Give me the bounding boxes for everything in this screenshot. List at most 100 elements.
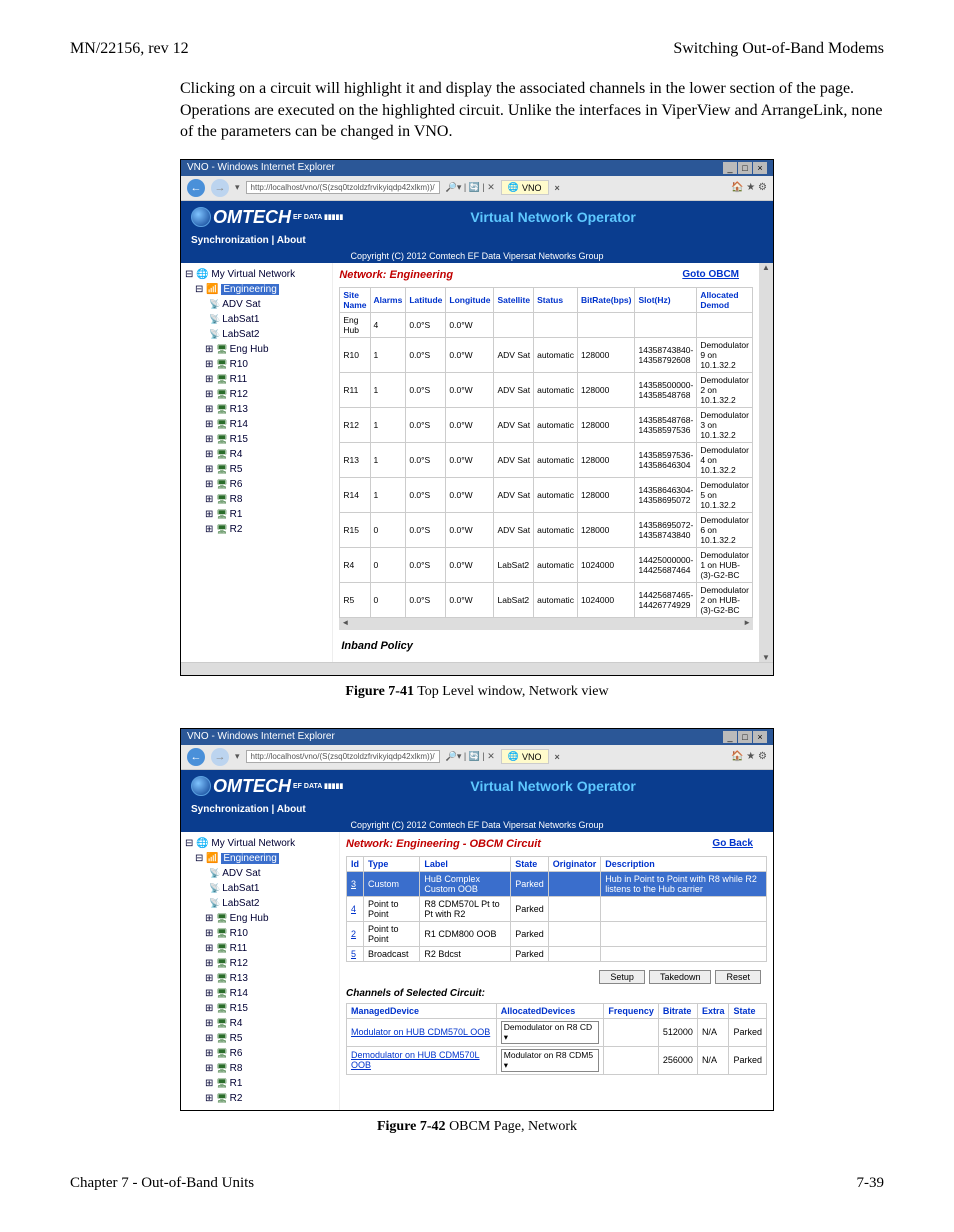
forward-button[interactable]: → bbox=[211, 179, 229, 197]
tree-item[interactable]: 📡LabSat2 bbox=[209, 327, 328, 342]
goto-obcm-link[interactable]: Goto OBCM bbox=[682, 269, 739, 280]
col-header[interactable]: State bbox=[729, 1003, 767, 1018]
col-header[interactable]: Id bbox=[347, 856, 364, 871]
v-scrollbar[interactable]: ▲▼ bbox=[759, 263, 773, 662]
col-header[interactable]: Latitude bbox=[406, 287, 446, 312]
circuit-row[interactable]: 3CustomHuB Complex Custom OOBParkedHub i… bbox=[347, 871, 767, 896]
tree-item[interactable]: 📡LabSat1 bbox=[209, 881, 335, 896]
table-row[interactable]: R1500.0°S0.0°WADV Satautomatic1280001435… bbox=[340, 512, 753, 547]
tree-item[interactable]: ⊞ 🖥R10 bbox=[205, 357, 328, 372]
address-bar[interactable]: http://localhost/vno/(S(zsq0tzoldzfrviky… bbox=[246, 750, 440, 763]
allocated-device-select[interactable]: Modulator on R8 CDM5 ▾ bbox=[501, 1049, 600, 1072]
table-row[interactable]: R1310.0°S0.0°WADV Satautomatic1280001435… bbox=[340, 442, 753, 477]
tree-item[interactable]: ⊞ 🖥R2 bbox=[205, 522, 328, 537]
table-row[interactable]: R1110.0°S0.0°WADV Satautomatic1280001435… bbox=[340, 372, 753, 407]
search-controls[interactable]: 🔎▾ | 🔄 | ✕ bbox=[446, 751, 495, 762]
tree-item[interactable]: ⊞ 🖥R2 bbox=[205, 1091, 335, 1106]
table-row[interactable]: R1410.0°S0.0°WADV Satautomatic1280001435… bbox=[340, 477, 753, 512]
managed-device-link[interactable]: Modulator on HUB CDM570L OOB bbox=[351, 1027, 490, 1037]
circuit-row[interactable]: 2Point to PointR1 CDM800 OOBParked bbox=[347, 921, 767, 946]
channel-row[interactable]: Modulator on HUB CDM570L OOB Demodulator … bbox=[347, 1018, 767, 1046]
tree-item[interactable]: ⊞ 🖥R14 bbox=[205, 986, 335, 1001]
tree-item[interactable]: ⊞ 🖥R1 bbox=[205, 507, 328, 522]
table-row[interactable]: R400.0°S0.0°WLabSat2automatic10240001442… bbox=[340, 547, 753, 582]
tree-item[interactable]: 📡LabSat1 bbox=[209, 312, 328, 327]
back-button[interactable]: ← bbox=[187, 179, 205, 197]
tree-item[interactable]: ⊞ 🖥Eng Hub bbox=[205, 342, 328, 357]
col-header[interactable]: BitRate(bps) bbox=[577, 287, 635, 312]
col-header[interactable]: Description bbox=[601, 856, 767, 871]
table-row[interactable]: Eng Hub40.0°S0.0°W bbox=[340, 312, 753, 337]
col-header[interactable]: Status bbox=[534, 287, 578, 312]
col-header[interactable]: Extra bbox=[697, 1003, 729, 1018]
col-header[interactable]: Bitrate bbox=[658, 1003, 697, 1018]
takedown-button[interactable]: Takedown bbox=[649, 970, 712, 984]
app-menu[interactable]: Synchronization | About bbox=[181, 232, 773, 249]
tree-item[interactable]: ⊞ 🖥R13 bbox=[205, 971, 335, 986]
window-controls[interactable]: _□× bbox=[722, 162, 767, 174]
table-row[interactable]: R500.0°S0.0°WLabSat2automatic10240001442… bbox=[340, 582, 753, 617]
tree-item[interactable]: 📡ADV Sat bbox=[209, 297, 328, 312]
forward-button[interactable]: → bbox=[211, 748, 229, 766]
tree-item[interactable]: ⊞ 🖥R8 bbox=[205, 1061, 335, 1076]
tree-item[interactable]: ⊞ 🖥R10 bbox=[205, 926, 335, 941]
col-header[interactable]: Alarms bbox=[370, 287, 406, 312]
tree-item[interactable]: ⊞ 🖥R6 bbox=[205, 477, 328, 492]
go-back-link[interactable]: Go Back bbox=[712, 838, 753, 849]
tree-item[interactable]: ⊞ 🖥R12 bbox=[205, 387, 328, 402]
app-menu[interactable]: Synchronization | About bbox=[181, 801, 773, 818]
tree-item[interactable]: 📡ADV Sat bbox=[209, 866, 335, 881]
back-button[interactable]: ← bbox=[187, 748, 205, 766]
ie-tools-icons[interactable]: 🏠 ★ ⚙ bbox=[731, 751, 767, 762]
tree-item[interactable]: ⊞ 🖥R13 bbox=[205, 402, 328, 417]
tree-item[interactable]: ⊞ 🖥R5 bbox=[205, 1031, 335, 1046]
tree-item[interactable]: ⊞ 🖥R11 bbox=[205, 372, 328, 387]
table-row[interactable]: R1210.0°S0.0°WADV Satautomatic1280001435… bbox=[340, 407, 753, 442]
tree-item[interactable]: ⊞ 🖥R8 bbox=[205, 492, 328, 507]
tree-item[interactable]: ⊞ 🖥R4 bbox=[205, 1016, 335, 1031]
reset-button[interactable]: Reset bbox=[715, 970, 761, 984]
col-header[interactable]: Allocated Demod bbox=[697, 287, 753, 312]
col-header[interactable]: Slot(Hz) bbox=[635, 287, 697, 312]
address-bar[interactable]: http://localhost/vno/(S(zsq0tzoldzfrviky… bbox=[246, 181, 440, 194]
col-header[interactable]: Frequency bbox=[604, 1003, 659, 1018]
circuit-row[interactable]: 4Point to PointR8 CDM570L Pt to Pt with … bbox=[347, 896, 767, 921]
tree-item[interactable]: 📡LabSat2 bbox=[209, 896, 335, 911]
allocated-device-select[interactable]: Demodulator on R8 CD ▾ bbox=[501, 1021, 600, 1044]
setup-button[interactable]: Setup bbox=[599, 970, 645, 984]
col-header[interactable]: Type bbox=[364, 856, 420, 871]
table-row[interactable]: R1010.0°S0.0°WADV Satautomatic1280001435… bbox=[340, 337, 753, 372]
tree-item[interactable]: ⊞ 🖥R5 bbox=[205, 462, 328, 477]
tree-item[interactable]: ⊞ 🖥R11 bbox=[205, 941, 335, 956]
tree-item[interactable]: ⊞ 🖥R14 bbox=[205, 417, 328, 432]
tree-view[interactable]: ⊟ 🌐 My Virtual Network ⊟ 📶 Engineering 📡… bbox=[181, 263, 333, 662]
tree-view[interactable]: ⊟ 🌐 My Virtual Network ⊟ 📶 Engineering 📡… bbox=[181, 832, 340, 1110]
col-header[interactable]: Longitude bbox=[446, 287, 494, 312]
h-scrollbar[interactable]: ◄► bbox=[339, 618, 753, 630]
col-header[interactable]: State bbox=[511, 856, 549, 871]
col-header[interactable]: Label bbox=[420, 856, 511, 871]
tree-item[interactable]: ⊞ 🖥R15 bbox=[205, 432, 328, 447]
window-controls[interactable]: _□× bbox=[722, 731, 767, 743]
col-header[interactable]: Originator bbox=[548, 856, 601, 871]
browser-tab[interactable]: 🌐VNO bbox=[501, 180, 549, 195]
tab-close-icon[interactable]: × bbox=[555, 752, 560, 762]
tree-item[interactable]: ⊞ 🖥R1 bbox=[205, 1076, 335, 1091]
tree-item[interactable]: ⊞ 🖥R6 bbox=[205, 1046, 335, 1061]
col-header[interactable]: ManagedDevice bbox=[347, 1003, 497, 1018]
tree-item[interactable]: ⊞ 🖥R12 bbox=[205, 956, 335, 971]
tab-close-icon[interactable]: × bbox=[555, 183, 560, 193]
tree-item[interactable]: ⊞ 🖥R15 bbox=[205, 1001, 335, 1016]
tree-item[interactable]: ⊞ 🖥Eng Hub bbox=[205, 911, 335, 926]
tree-item[interactable]: ⊞ 🖥R4 bbox=[205, 447, 328, 462]
circuit-row[interactable]: 5BroadcastR2 BdcstParked bbox=[347, 946, 767, 961]
col-header[interactable]: AllocatedDevices bbox=[496, 1003, 604, 1018]
channel-row[interactable]: Demodulator on HUB CDM570L OOB Modulator … bbox=[347, 1046, 767, 1074]
browser-tab[interactable]: 🌐VNO bbox=[501, 749, 549, 764]
outer-h-scrollbar[interactable] bbox=[181, 662, 773, 675]
ie-tools-icons[interactable]: 🏠 ★ ⚙ bbox=[731, 182, 767, 193]
search-controls[interactable]: 🔎▾ | 🔄 | ✕ bbox=[446, 182, 495, 193]
col-header[interactable]: Satellite bbox=[494, 287, 534, 312]
col-header[interactable]: Site Name bbox=[340, 287, 370, 312]
managed-device-link[interactable]: Demodulator on HUB CDM570L OOB bbox=[351, 1050, 480, 1070]
